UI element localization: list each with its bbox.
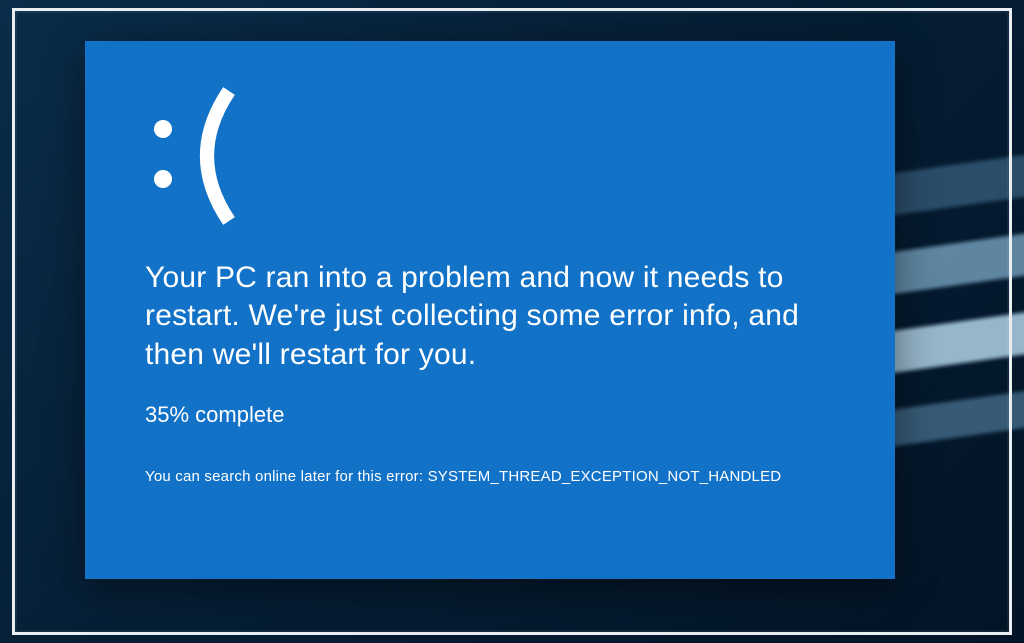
bsod-emoticon-row — [145, 81, 845, 231]
bsod-error-hint: You can search online later for this err… — [145, 468, 845, 485]
window-frame-border: Your PC ran into a problem and now it ne… — [12, 8, 1012, 635]
bsod-main-message: Your PC ran into a problem and now it ne… — [145, 259, 845, 374]
sad-face-icon — [145, 81, 285, 231]
bsod-search-prefix: You can search online later for this err… — [145, 468, 428, 485]
bsod-screen: Your PC ran into a problem and now it ne… — [85, 41, 895, 579]
bsod-progress: 35% complete — [145, 402, 845, 428]
bsod-progress-percent: 35 — [145, 402, 169, 427]
bsod-error-code: SYSTEM_THREAD_EXCEPTION_NOT_HANDLED — [428, 468, 782, 485]
bsod-progress-suffix: % complete — [169, 402, 284, 427]
